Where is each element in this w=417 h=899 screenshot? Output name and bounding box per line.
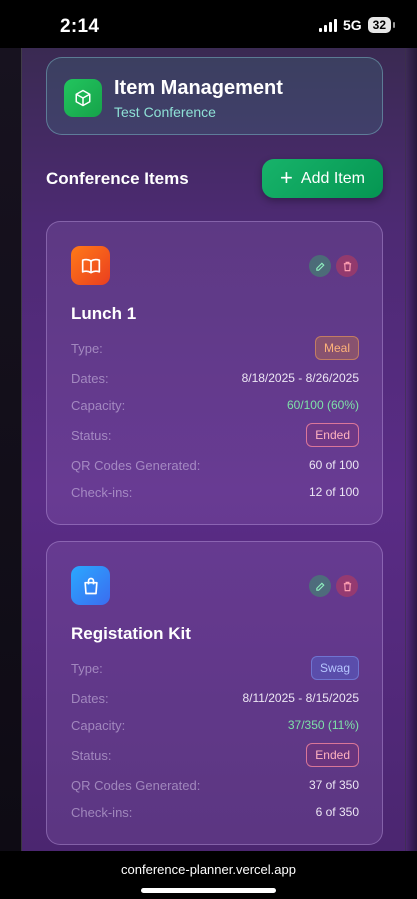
page-subtitle: Test Conference <box>114 104 216 120</box>
checkins-label: Check-ins: <box>71 484 133 500</box>
type-label: Type: <box>71 660 103 676</box>
status-time: 2:14 <box>60 16 100 37</box>
cube-icon <box>64 79 102 117</box>
checkins-label: Check-ins: <box>71 804 133 820</box>
type-label: Type: <box>71 340 103 356</box>
signal-icon <box>318 18 337 32</box>
checkins-row: Check-ins: 6 of 350 <box>71 800 359 824</box>
browser-url-bar[interactable]: conference-planner.vercel.app <box>0 851 417 899</box>
add-item-label: Add Item <box>300 169 365 187</box>
status-label: Status: <box>71 747 112 763</box>
capacity-label: Capacity: <box>71 397 126 413</box>
item-card: Lunch 1 Type: Meal Dates: 8/18/2025 - 8/… <box>46 221 383 525</box>
qr-label: QR Codes Generated: <box>71 457 201 473</box>
qr-row: QR Codes Generated: 60 of 100 <box>71 453 359 477</box>
header-card: Item Management Test Conference <box>46 57 383 135</box>
status-row: Status: Ended <box>71 423 359 447</box>
capacity-label: Capacity: <box>71 717 126 733</box>
checkins-row: Check-ins: 12 of 100 <box>71 480 359 504</box>
book-open-icon <box>71 246 110 285</box>
section-title: Conference Items <box>46 169 189 188</box>
type-badge: Swag <box>310 656 359 680</box>
right-edge <box>405 48 417 851</box>
qr-row: QR Codes Generated: 37 of 350 <box>71 773 359 797</box>
status-row: Status: Ended <box>71 743 359 767</box>
status-bar: 2:14 5G 32 <box>0 0 417 48</box>
add-item-button[interactable]: + Add Item <box>262 159 383 198</box>
dates-label: Dates: <box>71 690 109 706</box>
home-indicator[interactable] <box>141 888 276 893</box>
type-row: Type: Swag <box>71 656 359 680</box>
dates-row: Dates: 8/18/2025 - 8/26/2025 <box>71 366 359 390</box>
dates-value: 8/18/2025 - 8/26/2025 <box>241 371 359 385</box>
plus-icon: + <box>280 164 293 190</box>
edit-button[interactable] <box>309 255 331 277</box>
qr-value: 60 of 100 <box>308 458 359 472</box>
delete-button[interactable] <box>336 575 358 597</box>
capacity-value: 60/100 (60%) <box>286 398 359 412</box>
network-type: 5G <box>342 17 362 33</box>
status-indicators: 5G 32 <box>318 17 396 33</box>
capacity-row: Capacity: 37/350 (11%) <box>71 713 359 737</box>
qr-value: 37 of 350 <box>308 778 359 792</box>
status-badge: Ended <box>306 743 359 767</box>
status-badge: Ended <box>306 423 359 447</box>
page-title: Item Management <box>114 77 283 99</box>
sidebar-edge <box>0 48 22 851</box>
delete-button[interactable] <box>336 255 358 277</box>
qr-label: QR Codes Generated: <box>71 777 201 793</box>
type-badge: Meal <box>314 336 359 360</box>
capacity-row: Capacity: 60/100 (60%) <box>71 393 359 417</box>
type-row: Type: Meal <box>71 336 359 360</box>
capacity-value: 37/350 (11%) <box>287 718 359 732</box>
battery-icon: 32 <box>367 17 396 33</box>
item-name: Lunch 1 <box>71 304 137 323</box>
status-label: Status: <box>71 427 112 443</box>
dates-row: Dates: 8/11/2025 - 8/15/2025 <box>71 686 359 710</box>
item-name: Registation Kit <box>71 624 191 643</box>
checkins-value: 12 of 100 <box>308 485 359 499</box>
shopping-bag-icon <box>71 566 110 605</box>
dates-value: 8/11/2025 - 8/15/2025 <box>242 691 359 705</box>
edit-button[interactable] <box>309 575 331 597</box>
app-content[interactable]: Item Management Test Conference Conferen… <box>0 48 417 851</box>
item-card: Registation Kit Type: Swag Dates: 8/11/2… <box>46 541 383 845</box>
checkins-value: 6 of 350 <box>315 805 359 819</box>
dates-label: Dates: <box>71 370 109 386</box>
url-text[interactable]: conference-planner.vercel.app <box>0 862 417 877</box>
